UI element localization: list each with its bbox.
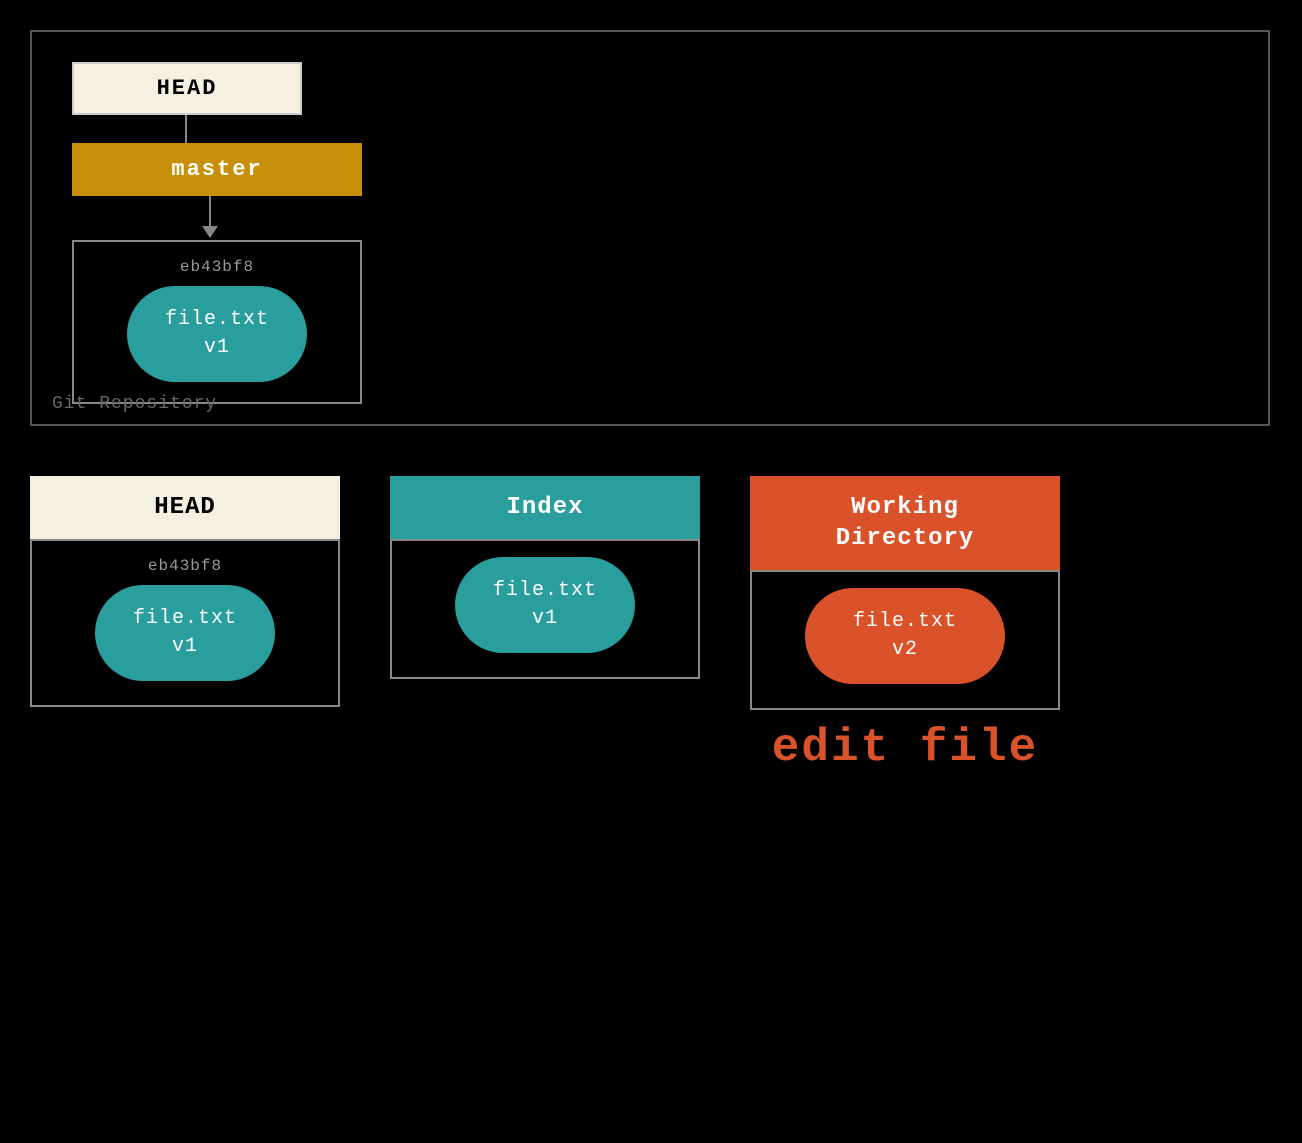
repo-inner: HEAD master eb43bf8 file.txt v1 [72,62,352,404]
commit-box-top: eb43bf8 file.txt v1 [72,240,362,404]
blob-line2-top: v1 [204,336,230,359]
col-working-header-text: Working Directory [836,494,975,552]
edit-file-label: edit file [772,722,1038,774]
col-index-box: file.txt v1 [390,539,700,679]
head-box-top: HEAD [72,62,302,115]
col-head-blob: file.txt v1 [95,585,275,681]
blob-line1-top: file.txt [165,308,269,331]
blob-top: file.txt v1 [127,286,307,382]
col-index: Index file.txt v1 [390,476,700,679]
arrow-master-to-commit [202,196,218,240]
col-head-header: HEAD [30,476,340,539]
col-head-blob-line1: file.txt [133,607,237,630]
head-label-top: HEAD [157,76,218,101]
master-label: master [171,157,262,182]
col-index-blob-line2: v1 [532,607,558,630]
git-repo-label: Git Repository [52,394,217,414]
col-head-hash: eb43bf8 [148,557,222,575]
commit-hash-top: eb43bf8 [180,258,254,276]
git-repository-section: HEAD master eb43bf8 file.txt v1 Git Repo… [30,30,1270,426]
col-head-box: eb43bf8 file.txt v1 [30,539,340,707]
col-working-blob-line1: file.txt [853,610,957,633]
master-box: master [72,143,362,196]
col-working-box: file.txt v2 [750,570,1060,710]
col-working-blob: file.txt v2 [805,588,1005,684]
col-index-header: Index [390,476,700,539]
col-index-blob-line1: file.txt [493,579,597,602]
col-working: Working Directory file.txt v2 edit file [750,476,1060,774]
col-working-header: Working Directory [750,476,1060,570]
col-head: HEAD eb43bf8 file.txt v1 [30,476,340,707]
connector-head-to-master [185,115,187,143]
col-head-blob-line2: v1 [172,635,198,658]
col-index-blob: file.txt v1 [455,557,635,653]
col-working-blob-line2: v2 [892,638,918,661]
bottom-section: HEAD eb43bf8 file.txt v1 Index file.txt … [30,476,1270,774]
